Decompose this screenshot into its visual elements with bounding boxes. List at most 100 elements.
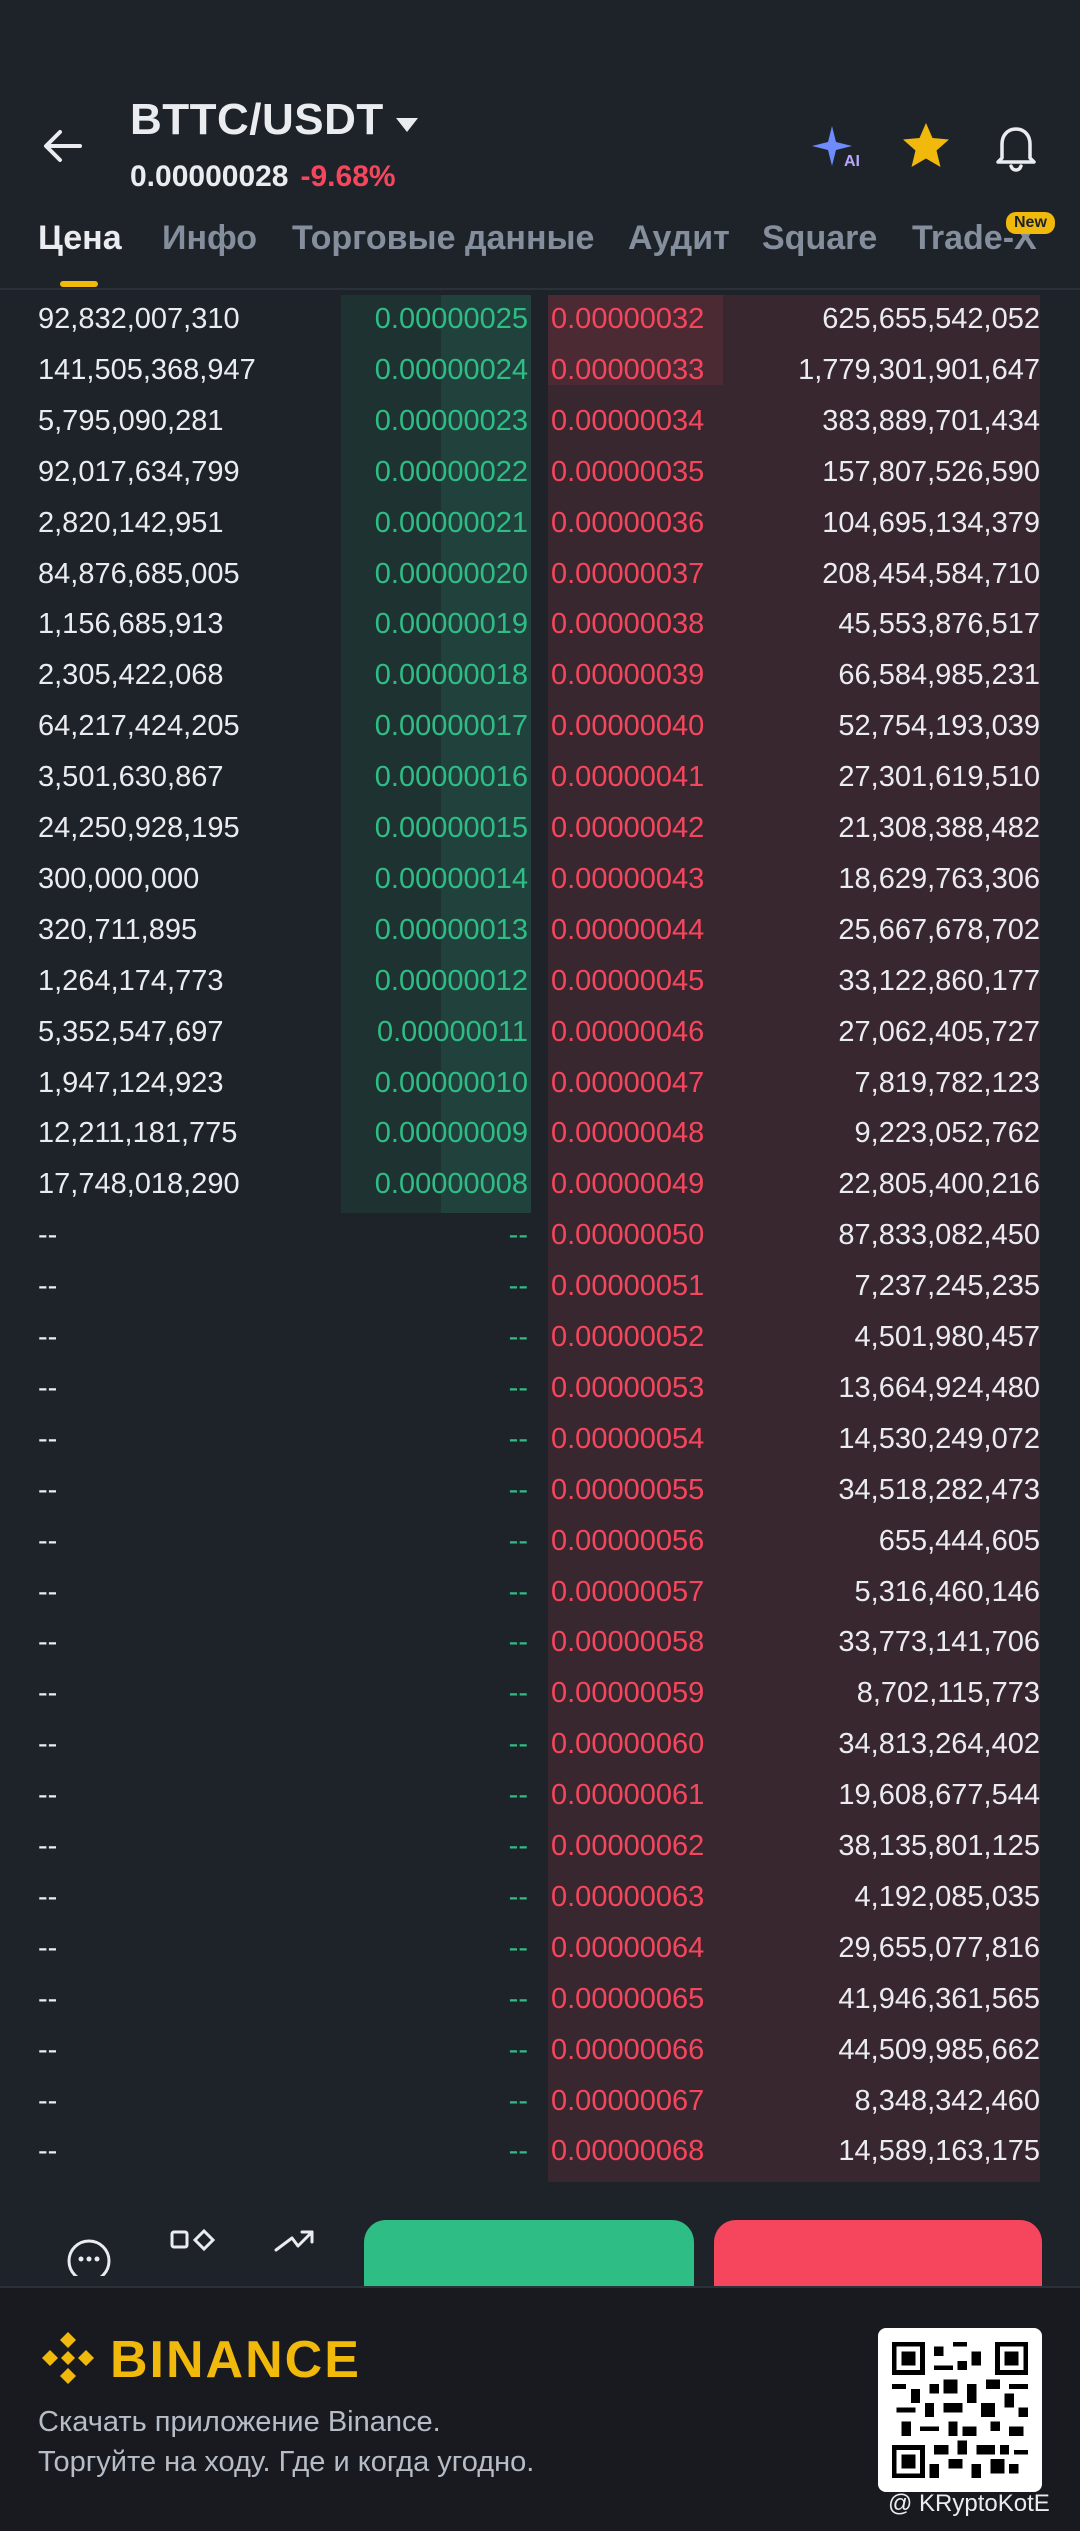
grid-icon[interactable] (168, 2226, 218, 2276)
orderbook-row[interactable]: -- -- 0.00000064 29,655,077,816 (0, 1924, 1080, 1975)
orderbook-row[interactable]: 92,017,634,799 0.00000022 0.00000035 157,80… (0, 448, 1080, 499)
bid-price: -- (508, 1982, 528, 2015)
bid-quantity: 12,211,181,775 (38, 1117, 238, 1150)
share-icon[interactable] (270, 2226, 320, 2276)
bid-quantity: -- (38, 2033, 58, 2066)
bid-quantity: -- (38, 1473, 58, 1506)
orderbook-row[interactable]: -- -- 0.00000060 34,813,264,402 (0, 1720, 1080, 1771)
bid-quantity: 3,501,630,867 (38, 761, 224, 794)
more-icon[interactable] (64, 2226, 114, 2283)
orderbook-row[interactable]: 5,352,547,697 0.00000011 0.00000046 27,062,… (0, 1008, 1080, 1059)
ask-price: 0.00000037 (551, 557, 705, 590)
bid-price: 0.00000020 (374, 557, 528, 590)
orderbook-row[interactable]: 2,820,142,951 0.00000021 0.00000036 104,695… (0, 499, 1080, 550)
orderbook-row[interactable]: -- -- 0.00000056 655,444,605 (0, 1517, 1080, 1568)
orderbook-row[interactable]: 92,832,007,310 0.00000025 0.00000032 625,65… (0, 295, 1080, 346)
ask-quantity: 18,629,763,306 (838, 862, 1040, 895)
ask-quantity: 383,889,701,434 (822, 404, 1040, 437)
orderbook-row[interactable]: 17,748,018,290 0.00000008 0.00000049 22,805… (0, 1160, 1080, 1211)
orderbook-row[interactable]: 64,217,424,205 0.00000017 0.00000040 52,754… (0, 702, 1080, 753)
orderbook-row[interactable]: -- -- 0.00000052 4,501,980,457 (0, 1313, 1080, 1364)
ask-quantity: 29,655,077,816 (838, 1931, 1040, 1964)
bid-quantity: 84,876,685,005 (38, 557, 240, 590)
bid-price: 0.00000025 (374, 303, 528, 335)
orderbook-row[interactable]: 5,795,090,281 0.00000023 0.00000034 383,889… (0, 397, 1080, 448)
orderbook-row[interactable]: -- -- 0.00000053 13,664,924,480 (0, 1364, 1080, 1415)
bid-price: -- (508, 2084, 528, 2117)
orderbook-row[interactable]: 12,211,181,775 0.00000009 0.00000048 9,223,… (0, 1109, 1080, 1160)
ask-quantity: 157,807,526,590 (822, 455, 1040, 488)
orderbook-row[interactable]: -- -- 0.00000054 14,530,249,072 (0, 1415, 1080, 1466)
bid-price: -- (508, 1422, 528, 1455)
orderbook-row[interactable]: -- -- 0.00000059 8,702,115,773 (0, 1669, 1080, 1720)
qr-code[interactable] (878, 2328, 1042, 2492)
ai-sparkle-icon[interactable]: AI (810, 118, 866, 174)
ask-price: 0.00000049 (551, 1168, 705, 1201)
ask-quantity: 38,135,801,125 (838, 1830, 1040, 1862)
ask-quantity: 52,754,193,039 (838, 710, 1040, 743)
ask-price: 0.00000042 (551, 812, 705, 844)
orderbook-row[interactable]: -- -- 0.00000050 87,833,082,450 (0, 1211, 1080, 1262)
bid-quantity: -- (38, 1779, 58, 1812)
ask-quantity: 45,553,876,517 (838, 608, 1040, 641)
ask-price: 0.00000047 (551, 1066, 705, 1099)
orderbook-row[interactable]: 2,305,422,068 0.00000018 0.00000039 66,584,… (0, 651, 1080, 702)
orderbook-row[interactable]: -- -- 0.00000055 34,518,282,473 (0, 1466, 1080, 1517)
price-change: -9.68% (300, 160, 396, 193)
tab-audit[interactable]: Аудит (628, 219, 730, 258)
orderbook-row[interactable]: 300,000,000 0.00000014 0.00000043 18,629,76… (0, 855, 1080, 906)
bid-quantity: 2,305,422,068 (38, 659, 224, 692)
bid-quantity: -- (38, 1728, 58, 1761)
bid-quantity: 64,217,424,205 (38, 710, 240, 743)
orderbook-row[interactable]: 320,711,895 0.00000013 0.00000044 25,667,67… (0, 906, 1080, 957)
bid-quantity: -- (38, 1422, 58, 1455)
orderbook-row[interactable]: -- -- 0.00000063 4,192,085,035 (0, 1873, 1080, 1924)
tab-price[interactable]: Цена (38, 219, 122, 258)
orderbook-row[interactable]: 24,250,928,195 0.00000015 0.00000042 21,308… (0, 804, 1080, 855)
bid-quantity: -- (38, 1575, 58, 1608)
orderbook-row[interactable]: -- -- 0.00000051 7,237,245,235 (0, 1262, 1080, 1313)
ask-quantity: 104,695,134,379 (822, 506, 1040, 539)
ask-quantity: 4,501,980,457 (854, 1321, 1040, 1353)
star-icon[interactable] (898, 118, 954, 174)
ask-quantity: 655,444,605 (878, 1524, 1040, 1557)
orderbook-row[interactable]: -- -- 0.00000068 14,589,163,175 (0, 2127, 1080, 2178)
ask-quantity: 4,192,085,035 (854, 1880, 1040, 1913)
orderbook-row[interactable]: -- -- 0.00000066 44,509,985,662 (0, 2026, 1080, 2077)
orderbook-row[interactable]: -- -- 0.00000058 33,773,141,706 (0, 1618, 1080, 1669)
bid-quantity: -- (38, 1321, 58, 1353)
orderbook-row[interactable]: -- -- 0.00000061 19,608,677,544 (0, 1771, 1080, 1822)
back-arrow-icon[interactable] (36, 118, 92, 174)
ask-quantity: 41,946,361,565 (838, 1982, 1040, 2015)
pair-title[interactable]: BTTC/USDT (130, 95, 384, 145)
ask-quantity: 87,833,082,450 (838, 1219, 1040, 1252)
sell-button[interactable] (714, 2220, 1042, 2286)
order-book[interactable]: 92,832,007,310 0.00000025 0.00000032 625,65… (0, 295, 1080, 2185)
ask-quantity: 8,702,115,773 (856, 1677, 1040, 1710)
orderbook-row[interactable]: 1,156,685,913 0.00000019 0.00000038 45,553,… (0, 600, 1080, 651)
binance-logo-icon (38, 2328, 98, 2388)
bid-price: 0.00000017 (374, 710, 528, 743)
orderbook-row[interactable]: 1,264,174,773 0.00000012 0.00000045 33,122,… (0, 957, 1080, 1008)
buy-button[interactable] (364, 2220, 694, 2286)
ask-quantity: 19,608,677,544 (838, 1779, 1040, 1812)
orderbook-row[interactable]: 84,876,685,005 0.00000020 0.00000037 208,45… (0, 550, 1080, 601)
bid-quantity: 17,748,018,290 (38, 1168, 240, 1201)
tab-info[interactable]: Инфо (162, 219, 257, 258)
brand-name: BINANCE (110, 2331, 361, 2389)
tab-trading-data[interactable]: Торговые данные (292, 219, 594, 258)
bell-icon[interactable] (988, 118, 1044, 174)
ask-price: 0.00000056 (551, 1524, 705, 1557)
orderbook-row[interactable]: 1,947,124,923 0.00000010 0.00000047 7,819,7… (0, 1059, 1080, 1110)
orderbook-row[interactable]: 3,501,630,867 0.00000016 0.00000041 27,301,… (0, 753, 1080, 804)
ask-price: 0.00000063 (551, 1880, 705, 1913)
tab-square[interactable]: Square (762, 219, 877, 258)
orderbook-row[interactable]: -- -- 0.00000065 41,946,361,565 (0, 1975, 1080, 2026)
ask-quantity: 27,301,619,510 (838, 761, 1040, 794)
orderbook-row[interactable]: 141,505,368,947 0.00000024 0.00000033 1,779… (0, 346, 1080, 397)
orderbook-row[interactable]: -- -- 0.00000062 38,135,801,125 (0, 1822, 1080, 1873)
ask-price: 0.00000041 (551, 761, 705, 794)
orderbook-row[interactable]: -- -- 0.00000057 5,316,460,146 (0, 1568, 1080, 1619)
chevron-down-icon[interactable] (392, 110, 422, 140)
orderbook-row[interactable]: -- -- 0.00000067 8,348,342,460 (0, 2077, 1080, 2128)
